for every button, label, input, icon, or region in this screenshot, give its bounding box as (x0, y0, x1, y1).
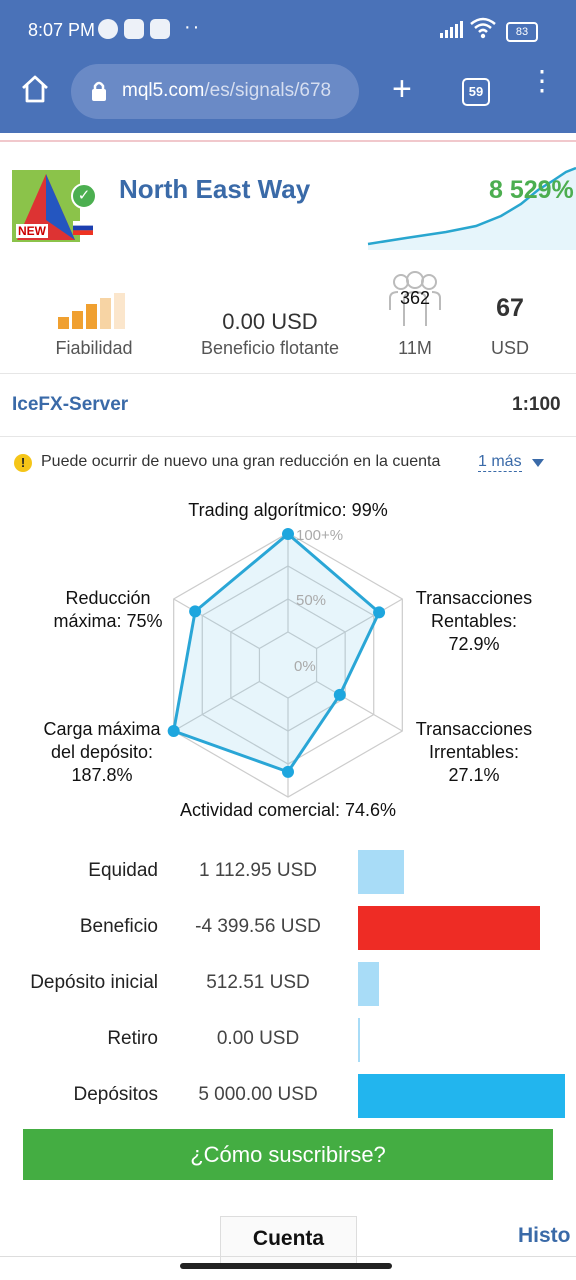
home-icon[interactable] (20, 74, 50, 104)
divider (0, 436, 576, 437)
radar-label-line: 72.9% (448, 634, 500, 654)
divider (0, 1256, 576, 1257)
divider (0, 373, 576, 374)
growth-sparkline (367, 166, 576, 250)
tab-history[interactable]: Histo (518, 1224, 571, 1248)
radar-label-line: Transacciones (415, 719, 533, 739)
signal-name[interactable]: North East Way (119, 174, 310, 205)
new-tab-button[interactable]: + (392, 72, 412, 106)
radar-point (373, 606, 386, 619)
more-warnings-link[interactable]: 1 más (478, 453, 522, 472)
finance-label: Equidad (88, 860, 158, 881)
gesture-nav-bar[interactable] (180, 1263, 392, 1269)
wifi-icon (470, 17, 496, 39)
how-to-subscribe-button[interactable]: ¿Cómo suscribirse? (23, 1129, 553, 1180)
chevron-down-icon[interactable] (532, 459, 544, 467)
radar-scale-mid: 50% (296, 592, 326, 609)
price-label: USD (490, 338, 529, 358)
app-notification-icon (124, 19, 144, 39)
battery-indicator: 83 (506, 22, 538, 42)
tab-switcher-button[interactable]: 59 (462, 78, 490, 106)
tab-account[interactable]: Cuenta (220, 1216, 357, 1265)
more-notifications-icon: ·· (184, 16, 202, 38)
lock-icon (92, 81, 106, 101)
radar-label-line: Transacciones (415, 588, 533, 608)
radar-series (167, 527, 386, 778)
whatsapp-icon (98, 19, 118, 39)
radar-scale-inner: 0% (294, 658, 316, 675)
finance-label: Beneficio (79, 916, 158, 937)
warning-text: Puede ocurrir de nuevo una gran reducció… (41, 453, 441, 470)
radar-point (282, 527, 294, 540)
url-domain: mql5.com (122, 80, 205, 101)
finance-label: Depósito inicial (30, 972, 158, 993)
radar-label-max-deposit-load: Carga máxima del depósito: 187.8% (30, 718, 174, 787)
radar-label-trading-activity: Actividad comercial: 74.6% (179, 800, 397, 820)
url-path: /es/signals/678 (204, 80, 332, 101)
radar-label-line: máxima: 75% (53, 611, 163, 631)
russia-flag-icon (73, 221, 93, 235)
app-notification-icon (150, 19, 170, 39)
url-text[interactable]: mql5.com/es/signals/678 (122, 80, 331, 102)
radar-label-line: 27.1% (448, 765, 500, 785)
radar-point (282, 765, 294, 778)
radar-label-line: del depósito: (50, 742, 154, 762)
new-badge: NEW (16, 224, 48, 238)
verified-check-icon: ✓ (71, 183, 97, 209)
floating-profit-label: Beneficio flotante (200, 338, 340, 358)
leverage-value: 1:100 (512, 394, 561, 415)
finance-bar (358, 962, 380, 1006)
finance-value: 512.51 USD (206, 972, 310, 993)
radar-label-line: Reducción (65, 588, 151, 608)
radar-point (333, 688, 346, 701)
finance-value: 5 000.00 USD (198, 1084, 318, 1105)
finance-bar (358, 1074, 565, 1118)
finance-value: 1 112.95 USD (199, 860, 317, 881)
radar-label-max-drawdown: Reducción máxima: 75% (40, 587, 176, 633)
radar-label-line: 187.8% (71, 765, 133, 785)
radar-point (189, 605, 202, 618)
finance-label: Retiro (107, 1028, 158, 1049)
finance-bar (358, 1018, 360, 1062)
notification-icons (98, 19, 170, 39)
subscribers-label: 11M (398, 338, 432, 358)
radar-label-loss-trades: Transacciones Irrentables: 27.1% (404, 718, 544, 787)
radar-label-line: Carga máxima (43, 719, 161, 739)
divider (0, 140, 576, 142)
status-time: 8:07 PM (28, 20, 96, 40)
finance-label: Depósitos (73, 1084, 159, 1105)
price-value: 67 (496, 294, 524, 322)
signal-strength-icon (440, 21, 463, 38)
radar-label-algo-trading: Trading algorítmico: 99% (188, 500, 388, 520)
radar-label-line: Rentables: (430, 611, 518, 631)
radar-label-profit-trades: Transacciones Rentables: 72.9% (404, 587, 544, 656)
warning-icon: ! (14, 454, 32, 472)
growth-value: 8 529% (489, 176, 574, 204)
server-name[interactable]: IceFX-Server (12, 394, 128, 416)
overflow-menu-icon[interactable]: ⋮ (528, 67, 556, 95)
finance-value: 0.00 USD (216, 1028, 300, 1049)
finance-bar (358, 906, 541, 950)
reliability-bars-icon (58, 293, 125, 329)
reliability-label: Fiabilidad (55, 338, 133, 358)
radar-label-line: Irrentables: (428, 742, 520, 762)
floating-profit-value: 0.00 USD (222, 309, 318, 334)
subscribers-count: 362 (399, 288, 431, 308)
finance-bar (358, 850, 405, 894)
finance-value: -4 399.56 USD (195, 916, 321, 937)
radar-area (171, 532, 381, 774)
radar-scale-outer: 100+% (296, 527, 343, 544)
